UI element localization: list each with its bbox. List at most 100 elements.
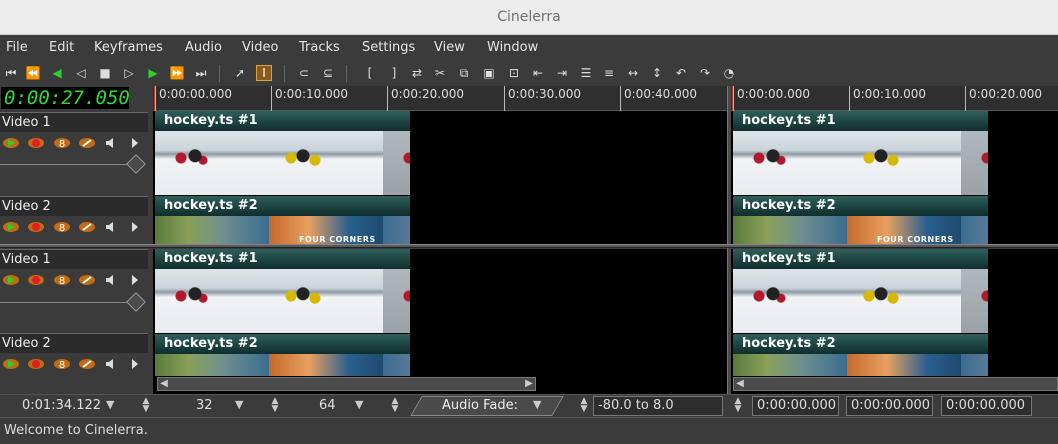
amplitude-zoom-spinner-icon[interactable]: ▲ ▼ (389, 397, 401, 415)
mute-track-icon[interactable] (102, 357, 120, 371)
duration-dropdown-icon[interactable]: ▼ (106, 398, 114, 411)
expand-track-icon[interactable] (126, 273, 144, 287)
cut-undo-icon[interactable]: ↕ (649, 65, 665, 81)
sample-zoom-dropdown-icon[interactable]: ▼ (235, 398, 243, 411)
fade-range-field[interactable]: -80.0 to 8.0 (593, 396, 723, 416)
scroll-right-icon[interactable]: ▶ (523, 378, 535, 390)
toggle-label-icon[interactable]: ↔ (625, 65, 641, 81)
scroll-left-icon[interactable]: ◀ (158, 378, 170, 390)
duration-spinner-icon[interactable]: ▲ ▼ (140, 397, 152, 415)
paste-icon[interactable]: ▣ (481, 65, 497, 81)
menu-view[interactable]: View (434, 40, 465, 55)
record-track-icon[interactable] (27, 136, 45, 150)
arrow-tool-icon[interactable]: ➚ (232, 65, 248, 81)
splice-icon[interactable]: ⇄ (409, 65, 425, 81)
out-point-icon[interactable]: ] (386, 65, 402, 81)
video-edit-clip[interactable]: hockey.ts #1 (733, 249, 988, 333)
timeline-ruler-right[interactable]: 0:00:00.000 0:00:10.000 0:00:20.000 (731, 86, 1058, 111)
track-title-video1[interactable]: Video 1 (0, 112, 148, 132)
copy-icon[interactable]: ⧉ (456, 65, 472, 81)
gang-track-icon[interactable]: 8 (53, 273, 71, 287)
scroll-left-icon[interactable]: ◀ (734, 378, 746, 390)
timeline-ruler-left[interactable]: 0:00:00.000 0:00:10.000 0:00:20.000 0:00… (153, 86, 728, 111)
timeline-canvas-upper-left[interactable]: hockey.ts #1 hockey.ts #2 FOUR CORNERS (153, 111, 727, 244)
gang-track-icon[interactable]: 8 (53, 357, 71, 371)
play-track-icon[interactable] (2, 273, 20, 287)
timeline-canvas-lower-left[interactable]: hockey.ts #1 hockey.ts #2 ◀ ▶ (153, 249, 727, 394)
menu-window[interactable]: Window (487, 40, 538, 55)
draw-track-icon[interactable] (78, 136, 96, 150)
video-edit-clip[interactable]: hockey.ts #2 (155, 334, 410, 376)
amplitude-zoom-dropdown-icon[interactable]: ▼ (355, 398, 363, 411)
record-track-icon[interactable] (27, 273, 45, 287)
fast-forward-icon[interactable]: ⏩ (169, 65, 185, 81)
fade-slider-knob[interactable] (126, 292, 146, 312)
record-track-icon[interactable] (27, 357, 45, 371)
horizontal-scrollbar-right[interactable]: ◀ (733, 377, 1058, 391)
track-title-video2[interactable]: Video 2 (0, 196, 148, 216)
draw-track-icon[interactable] (78, 273, 96, 287)
label-icon[interactable]: ⊂ (296, 65, 312, 81)
timeline-canvas-lower-right[interactable]: hockey.ts #1 hockey.ts #2 ◀ (731, 249, 1058, 394)
selection-length-field[interactable]: 0:00:00.000 (846, 396, 933, 416)
menu-video[interactable]: Video (242, 40, 278, 55)
sample-zoom-spinner-icon[interactable]: ▲ ▼ (269, 397, 281, 415)
menu-audio[interactable]: Audio (185, 40, 222, 55)
next-label-icon[interactable]: ⇥ (554, 65, 570, 81)
play-icon[interactable]: ▶ (145, 65, 161, 81)
video-edit-clip[interactable]: hockey.ts #2 FOUR CORNERS (733, 196, 988, 244)
video-edit-clip[interactable]: hockey.ts #1 (733, 111, 988, 195)
fade-slider-knob[interactable] (126, 154, 146, 174)
selection-end-field[interactable]: 0:00:00.000 (941, 396, 1032, 416)
mute-track-icon[interactable] (102, 136, 120, 150)
selection-start-field[interactable]: 0:00:00.000 (752, 396, 839, 416)
video-edit-clip[interactable]: hockey.ts #1 (155, 111, 410, 195)
horizontal-scrollbar-left[interactable]: ◀ ▶ (157, 377, 536, 391)
fade-slider[interactable] (0, 154, 146, 176)
ibeam-tool-icon[interactable]: I (256, 65, 272, 81)
redo-icon[interactable]: ↷ (697, 65, 713, 81)
record-track-icon[interactable] (27, 220, 45, 234)
frame-reverse-icon[interactable]: ◁ (73, 65, 89, 81)
menu-file[interactable]: File (6, 40, 28, 55)
menu-keyframes[interactable]: Keyframes (94, 40, 163, 55)
track-title-video1[interactable]: Video 1 (0, 249, 148, 269)
previous-label-icon[interactable]: ⇤ (530, 65, 546, 81)
play-track-icon[interactable] (2, 136, 20, 150)
timeline-canvas-upper-right[interactable]: hockey.ts #1 hockey.ts #2 FOUR CORNERS (731, 111, 1058, 244)
menu-edit[interactable]: Edit (49, 40, 74, 55)
gang-track-icon[interactable]: 8 (53, 136, 71, 150)
video-edit-clip[interactable]: hockey.ts #2 FOUR CORNERS (155, 196, 410, 244)
expand-track-icon[interactable] (126, 220, 144, 234)
fit-selection-icon[interactable]: ☰ (578, 65, 594, 81)
fast-reverse-icon[interactable]: ⏪ (25, 65, 41, 81)
mute-track-icon[interactable] (102, 220, 120, 234)
pane-horizontal-divider[interactable] (0, 244, 1058, 248)
clock-icon[interactable]: ◔ (721, 65, 737, 81)
fit-autos-icon[interactable]: ≡ (601, 65, 617, 81)
rewind-to-start-icon[interactable]: ⏮ (3, 65, 19, 81)
video-edit-clip[interactable]: hockey.ts #1 (155, 249, 410, 333)
menu-settings[interactable]: Settings (362, 40, 415, 55)
stop-icon[interactable]: ■ (97, 65, 113, 81)
draw-track-icon[interactable] (78, 220, 96, 234)
track-title-video2[interactable]: Video 2 (0, 333, 148, 353)
expand-track-icon[interactable] (126, 357, 144, 371)
play-track-icon[interactable] (2, 357, 20, 371)
reverse-play-icon[interactable]: ◀ (49, 65, 65, 81)
label-to-icon[interactable]: ⊆ (320, 65, 336, 81)
draw-track-icon[interactable] (78, 357, 96, 371)
selection-start-spinner-icon[interactable]: ▲ ▼ (732, 397, 744, 415)
frame-forward-icon[interactable]: ▷ (121, 65, 137, 81)
menu-tracks[interactable]: Tracks (299, 40, 340, 55)
forward-to-end-icon[interactable]: ⏭ (193, 65, 209, 81)
overwrite-icon[interactable]: ⊡ (506, 65, 522, 81)
mute-track-icon[interactable] (102, 273, 120, 287)
gang-track-icon[interactable]: 8 (53, 220, 71, 234)
in-point-icon[interactable]: [ (362, 65, 378, 81)
fade-slider[interactable] (0, 292, 146, 314)
play-track-icon[interactable] (2, 220, 20, 234)
expand-track-icon[interactable] (126, 136, 144, 150)
undo-icon[interactable]: ↶ (673, 65, 689, 81)
audio-fade-dropdown-icon[interactable]: ▼ (533, 398, 541, 411)
